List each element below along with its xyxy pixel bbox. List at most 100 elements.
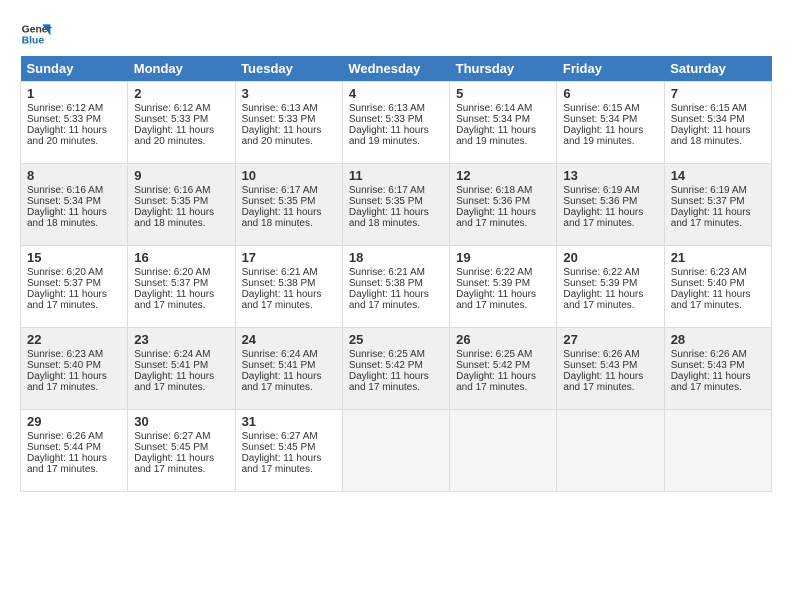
day-info-line: Sunset: 5:34 PM [456, 114, 550, 125]
day-info-line: Daylight: 11 hours [456, 289, 550, 300]
day-cell: 5Sunrise: 6:14 AMSunset: 5:34 PMDaylight… [450, 82, 557, 164]
day-info-line: Daylight: 11 hours [134, 207, 228, 218]
day-number: 18 [349, 250, 443, 265]
day-number: 19 [456, 250, 550, 265]
day-info-line: Sunset: 5:39 PM [456, 278, 550, 289]
day-info-line: and 17 minutes. [563, 218, 657, 229]
week-row-3: 15Sunrise: 6:20 AMSunset: 5:37 PMDayligh… [21, 246, 772, 328]
day-info-line: Daylight: 11 hours [563, 371, 657, 382]
day-info-line: Sunrise: 6:12 AM [134, 103, 228, 114]
day-number: 7 [671, 86, 765, 101]
day-info-line: and 20 minutes. [242, 136, 336, 147]
day-cell [557, 410, 664, 492]
logo-icon: General Blue [20, 18, 52, 50]
calendar-table: SundayMondayTuesdayWednesdayThursdayFrid… [20, 56, 772, 492]
day-cell: 10Sunrise: 6:17 AMSunset: 5:35 PMDayligh… [235, 164, 342, 246]
day-info-line: and 17 minutes. [563, 300, 657, 311]
day-info-line: Sunrise: 6:27 AM [134, 431, 228, 442]
day-info-line: Daylight: 11 hours [349, 125, 443, 136]
day-info-line: Sunrise: 6:24 AM [134, 349, 228, 360]
day-info-line: Daylight: 11 hours [27, 453, 121, 464]
day-info-line: Daylight: 11 hours [349, 207, 443, 218]
day-info-line: Sunset: 5:33 PM [27, 114, 121, 125]
day-cell: 6Sunrise: 6:15 AMSunset: 5:34 PMDaylight… [557, 82, 664, 164]
day-number: 14 [671, 168, 765, 183]
day-info-line: Sunset: 5:45 PM [242, 442, 336, 453]
day-info-line: Daylight: 11 hours [27, 125, 121, 136]
day-info-line: Sunset: 5:41 PM [134, 360, 228, 371]
day-info-line: and 17 minutes. [563, 382, 657, 393]
day-info-line: Sunset: 5:33 PM [242, 114, 336, 125]
day-info-line: and 19 minutes. [349, 136, 443, 147]
day-info-line: Daylight: 11 hours [27, 289, 121, 300]
day-cell: 28Sunrise: 6:26 AMSunset: 5:43 PMDayligh… [664, 328, 771, 410]
day-info-line: Sunset: 5:39 PM [563, 278, 657, 289]
day-info-line: and 17 minutes. [242, 300, 336, 311]
day-number: 29 [27, 414, 121, 429]
day-info-line: Sunset: 5:43 PM [671, 360, 765, 371]
day-info-line: Daylight: 11 hours [456, 125, 550, 136]
col-header-tuesday: Tuesday [235, 56, 342, 82]
day-cell: 29Sunrise: 6:26 AMSunset: 5:44 PMDayligh… [21, 410, 128, 492]
day-info-line: Sunrise: 6:21 AM [349, 267, 443, 278]
header-area: General Blue [20, 18, 772, 50]
day-info-line: Sunrise: 6:15 AM [671, 103, 765, 114]
day-info-line: and 17 minutes. [456, 300, 550, 311]
day-info-line: Sunrise: 6:23 AM [671, 267, 765, 278]
day-number: 28 [671, 332, 765, 347]
day-number: 25 [349, 332, 443, 347]
col-header-monday: Monday [128, 56, 235, 82]
day-info-line: Sunset: 5:34 PM [563, 114, 657, 125]
day-info-line: Daylight: 11 hours [563, 207, 657, 218]
day-info-line: Sunset: 5:42 PM [349, 360, 443, 371]
day-info-line: Sunrise: 6:16 AM [134, 185, 228, 196]
day-info-line: Sunrise: 6:21 AM [242, 267, 336, 278]
day-number: 11 [349, 168, 443, 183]
day-info-line: Daylight: 11 hours [456, 207, 550, 218]
day-info-line: and 20 minutes. [134, 136, 228, 147]
day-number: 20 [563, 250, 657, 265]
day-info-line: Sunset: 5:34 PM [671, 114, 765, 125]
day-info-line: Sunrise: 6:25 AM [349, 349, 443, 360]
day-info-line: Daylight: 11 hours [671, 207, 765, 218]
day-number: 15 [27, 250, 121, 265]
week-row-2: 8Sunrise: 6:16 AMSunset: 5:34 PMDaylight… [21, 164, 772, 246]
day-info-line: Sunrise: 6:22 AM [456, 267, 550, 278]
day-cell: 7Sunrise: 6:15 AMSunset: 5:34 PMDaylight… [664, 82, 771, 164]
day-info-line: Daylight: 11 hours [134, 453, 228, 464]
day-info-line: Daylight: 11 hours [671, 289, 765, 300]
day-cell: 30Sunrise: 6:27 AMSunset: 5:45 PMDayligh… [128, 410, 235, 492]
day-info-line: Daylight: 11 hours [134, 125, 228, 136]
day-info-line: Sunrise: 6:26 AM [27, 431, 121, 442]
day-info-line: Sunset: 5:40 PM [27, 360, 121, 371]
day-info-line: Sunrise: 6:17 AM [242, 185, 336, 196]
svg-text:Blue: Blue [22, 36, 45, 47]
day-info-line: Sunset: 5:41 PM [242, 360, 336, 371]
day-info-line: Sunset: 5:36 PM [563, 196, 657, 207]
col-header-sunday: Sunday [21, 56, 128, 82]
day-number: 21 [671, 250, 765, 265]
day-info-line: Sunrise: 6:20 AM [27, 267, 121, 278]
day-cell: 22Sunrise: 6:23 AMSunset: 5:40 PMDayligh… [21, 328, 128, 410]
day-info-line: Sunset: 5:37 PM [671, 196, 765, 207]
day-cell: 26Sunrise: 6:25 AMSunset: 5:42 PMDayligh… [450, 328, 557, 410]
day-info-line: Daylight: 11 hours [349, 371, 443, 382]
day-cell: 1Sunrise: 6:12 AMSunset: 5:33 PMDaylight… [21, 82, 128, 164]
day-info-line: Sunset: 5:35 PM [134, 196, 228, 207]
day-number: 31 [242, 414, 336, 429]
col-header-friday: Friday [557, 56, 664, 82]
day-number: 6 [563, 86, 657, 101]
logo: General Blue [20, 18, 56, 50]
day-info-line: Sunset: 5:33 PM [134, 114, 228, 125]
day-info-line: Sunrise: 6:12 AM [27, 103, 121, 114]
day-cell: 21Sunrise: 6:23 AMSunset: 5:40 PMDayligh… [664, 246, 771, 328]
day-info-line: Sunset: 5:35 PM [349, 196, 443, 207]
day-number: 8 [27, 168, 121, 183]
day-info-line: Sunset: 5:38 PM [242, 278, 336, 289]
day-info-line: and 17 minutes. [671, 300, 765, 311]
day-info-line: and 18 minutes. [671, 136, 765, 147]
day-info-line: and 18 minutes. [242, 218, 336, 229]
day-info-line: Daylight: 11 hours [563, 125, 657, 136]
day-info-line: and 17 minutes. [671, 382, 765, 393]
day-number: 10 [242, 168, 336, 183]
